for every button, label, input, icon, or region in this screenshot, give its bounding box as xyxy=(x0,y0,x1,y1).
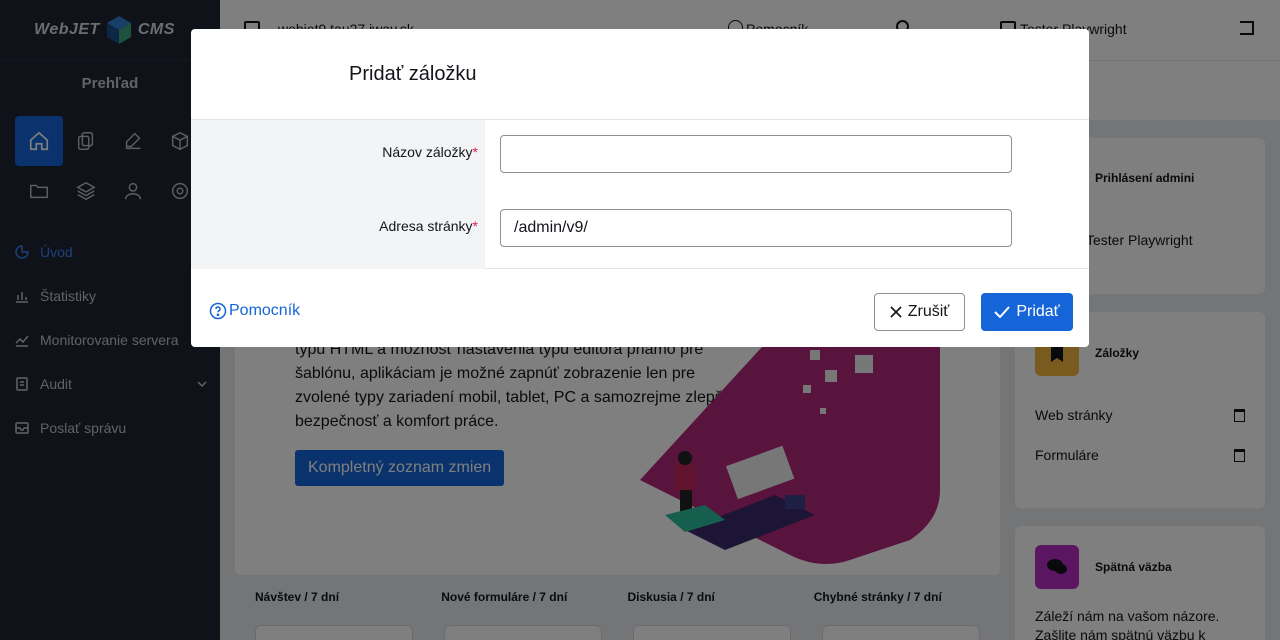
modal-body: Názov záložky* Adresa stránky* xyxy=(191,120,1089,269)
cancel-button-label: Zrušiť xyxy=(907,303,950,320)
page-address-label: Adresa stránky* xyxy=(379,218,478,234)
close-icon xyxy=(890,306,902,318)
bookmark-name-field[interactable] xyxy=(500,135,1012,173)
required-mark: * xyxy=(472,218,478,234)
question-circle-icon xyxy=(209,302,227,320)
modal-footer: Pomocník Zrušiť Pridať xyxy=(191,269,1089,347)
required-mark: * xyxy=(472,144,478,160)
page-address-field[interactable] xyxy=(500,209,1012,247)
cancel-button[interactable]: Zrušiť xyxy=(874,293,965,331)
modal-title: Pridať záložku xyxy=(349,63,477,85)
add-bookmark-dialog: Pridať záložku Názov záložky* Adresa str… xyxy=(191,29,1089,347)
label-column xyxy=(191,120,485,269)
check-icon xyxy=(994,306,1011,318)
help-link[interactable]: Pomocník xyxy=(209,302,300,320)
help-link-label[interactable]: Pomocník xyxy=(229,302,300,320)
field-label-text: Adresa stránky xyxy=(379,218,473,234)
field-label-text: Názov záložky xyxy=(382,144,473,160)
modal-header: Pridať záložku xyxy=(191,29,1089,120)
add-button-label: Pridať xyxy=(1016,303,1060,320)
add-button[interactable]: Pridať xyxy=(981,293,1073,331)
bookmark-name-label: Názov záložky* xyxy=(382,144,478,160)
